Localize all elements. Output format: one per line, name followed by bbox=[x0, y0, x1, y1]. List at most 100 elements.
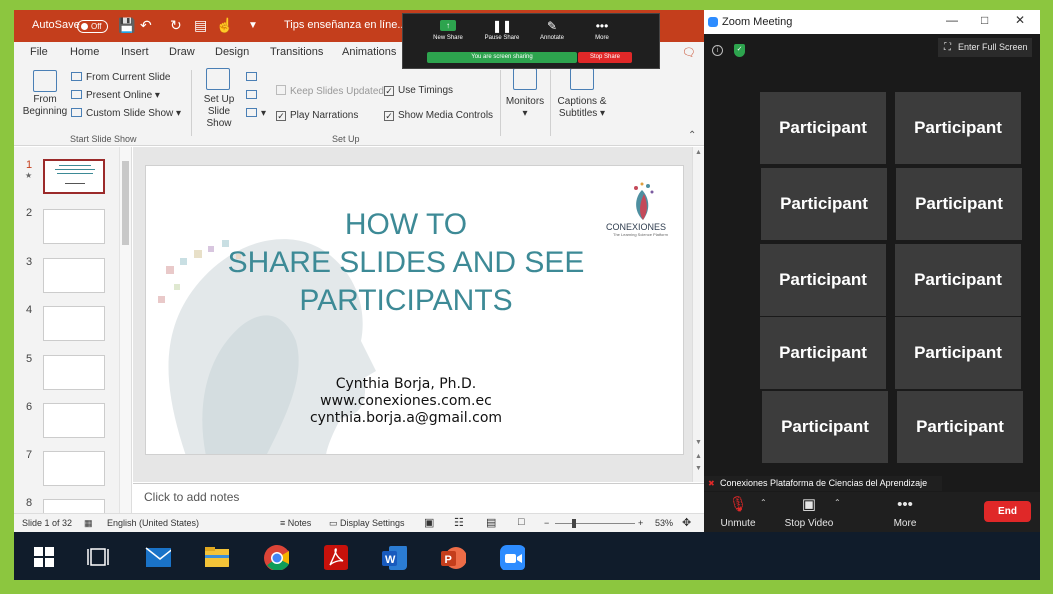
play-narrations-checkbox[interactable]: ✓ Play Narrations bbox=[276, 110, 358, 121]
zoom-in-icon[interactable]: + bbox=[638, 518, 643, 528]
maximize-icon[interactable]: □ bbox=[981, 13, 988, 27]
participant-tile[interactable]: Participant bbox=[762, 391, 888, 463]
participant-tile[interactable]: Participant bbox=[760, 244, 886, 316]
touch-mode-icon[interactable]: ☝ bbox=[216, 17, 233, 34]
acrobat-icon[interactable] bbox=[323, 544, 349, 570]
participant-tile[interactable]: Participant bbox=[895, 92, 1021, 164]
participant-tile[interactable]: Participant bbox=[895, 244, 1021, 316]
share-more-button[interactable]: ••• More bbox=[577, 18, 627, 41]
thumb-number: 4 bbox=[26, 304, 33, 316]
more-button[interactable]: ••• More bbox=[890, 496, 920, 529]
language-status[interactable]: English (United States) bbox=[107, 518, 199, 528]
document-title[interactable]: Tips enseñanza en líne... bbox=[284, 19, 407, 31]
normal-view-icon[interactable]: ▣ bbox=[424, 516, 434, 529]
present-online-button[interactable]: Present Online ▾ bbox=[71, 90, 160, 101]
audio-options-chevron-icon[interactable]: ⌃ bbox=[760, 498, 767, 507]
mail-icon[interactable] bbox=[145, 544, 171, 570]
scroll-down-icon[interactable]: ▼ bbox=[695, 439, 702, 446]
slide-thumbnail-8[interactable] bbox=[43, 499, 105, 513]
tab-design[interactable]: Design bbox=[215, 46, 249, 58]
captions-subtitles-button[interactable]: Captions & Subtitles ▾ bbox=[554, 68, 610, 120]
save-icon[interactable]: 💾 bbox=[118, 17, 135, 34]
unmute-button[interactable]: 🎙 Unmute bbox=[716, 496, 760, 529]
customize-qat-icon[interactable]: ▼ bbox=[248, 20, 258, 31]
slide-sorter-icon[interactable]: ☷ bbox=[454, 516, 464, 529]
reading-view-icon[interactable]: ▤ bbox=[486, 516, 496, 529]
fit-slide-icon[interactable]: ✥ bbox=[682, 516, 691, 529]
from-current-slide-button[interactable]: From Current Slide bbox=[71, 72, 170, 83]
zoom-slider[interactable] bbox=[555, 523, 635, 524]
collapse-ribbon-icon[interactable]: ⌃ bbox=[688, 130, 696, 141]
meeting-info-icon[interactable]: i bbox=[712, 45, 723, 56]
powerpoint-icon[interactable]: P bbox=[440, 544, 466, 570]
participant-tile[interactable]: Participant bbox=[895, 317, 1021, 389]
stop-video-button[interactable]: ▣ Stop Video bbox=[782, 496, 836, 529]
from-beginning-button[interactable]: From Beginning bbox=[22, 70, 68, 118]
thumbnail-scrollbar[interactable] bbox=[119, 147, 131, 513]
undo-icon[interactable]: ↶ bbox=[140, 17, 152, 34]
slide-thumbnail-7[interactable] bbox=[43, 451, 105, 486]
present-icon[interactable]: ▤ bbox=[194, 17, 207, 34]
enter-full-screen-button[interactable]: ⛶ Enter Full Screen bbox=[938, 38, 1032, 57]
monitors-button[interactable]: Monitors ▾ bbox=[504, 68, 546, 120]
zoom-slider-thumb[interactable] bbox=[572, 519, 576, 528]
new-share-button[interactable]: ↑ New Share bbox=[423, 18, 473, 41]
pause-share-button[interactable]: ❚❚ Pause Share bbox=[477, 18, 527, 41]
accessibility-icon[interactable]: ▦ bbox=[84, 518, 93, 529]
rehearse-timings-icon[interactable] bbox=[246, 90, 261, 101]
slide-thumbnail-5[interactable] bbox=[43, 355, 105, 390]
tab-insert[interactable]: Insert bbox=[121, 46, 149, 58]
file-explorer-icon[interactable] bbox=[203, 544, 229, 570]
use-timings-checkbox[interactable]: ✓ Use Timings bbox=[384, 85, 453, 96]
tab-file[interactable]: File bbox=[30, 46, 48, 58]
participant-tile[interactable]: Participant bbox=[760, 92, 886, 164]
chrome-icon[interactable] bbox=[263, 544, 289, 570]
record-icon[interactable]: ▾ bbox=[246, 108, 266, 119]
display-settings-button[interactable]: ▭ Display Settings bbox=[329, 518, 405, 529]
zoom-out-icon[interactable]: − bbox=[544, 518, 549, 528]
comments-icon[interactable]: 🗨 bbox=[682, 46, 696, 59]
minimize-icon[interactable]: — bbox=[946, 13, 958, 27]
custom-slide-show-button[interactable]: Custom Slide Show ▾ bbox=[71, 108, 181, 119]
hide-slide-icon[interactable] bbox=[246, 72, 261, 83]
slide-scrollbar[interactable]: ▲ ▼ ▲ ▼ bbox=[692, 147, 704, 482]
participant-tile[interactable]: Participant bbox=[896, 168, 1022, 240]
participant-tile[interactable]: Participant bbox=[761, 168, 887, 240]
more-dots-icon: ••• bbox=[897, 496, 913, 513]
tab-draw[interactable]: Draw bbox=[169, 46, 195, 58]
next-slide-icon[interactable]: ▼ bbox=[695, 465, 702, 472]
participant-tile[interactable]: Participant bbox=[897, 391, 1023, 463]
close-icon[interactable]: ✕ bbox=[1015, 13, 1025, 27]
participant-tile[interactable]: Participant bbox=[760, 317, 886, 389]
slide-counter: Slide 1 of 32 bbox=[22, 518, 73, 528]
zoom-app-icon[interactable] bbox=[499, 544, 525, 570]
stop-share-button[interactable]: Stop Share bbox=[578, 52, 632, 63]
word-icon[interactable]: W bbox=[381, 544, 407, 570]
slideshow-view-icon[interactable]: □ bbox=[518, 516, 525, 528]
tab-home[interactable]: Home bbox=[70, 46, 99, 58]
slide-thumbnail-2[interactable] bbox=[43, 209, 105, 244]
tab-transitions[interactable]: Transitions bbox=[270, 46, 323, 58]
scroll-up-icon[interactable]: ▲ bbox=[695, 149, 702, 156]
slide-thumbnail-3[interactable] bbox=[43, 258, 105, 293]
task-view-icon[interactable] bbox=[85, 544, 111, 570]
previous-slide-icon[interactable]: ▲ bbox=[695, 453, 702, 460]
tab-animations[interactable]: Animations bbox=[342, 46, 396, 58]
current-slide[interactable]: CONEXIONES The Learning Science Platform… bbox=[145, 165, 684, 455]
video-options-chevron-icon[interactable]: ⌃ bbox=[834, 498, 841, 507]
slide-thumbnail-4[interactable] bbox=[43, 306, 105, 341]
end-meeting-button[interactable]: End bbox=[984, 501, 1031, 522]
notes-button[interactable]: ≡ Notes bbox=[280, 518, 311, 528]
keep-slides-updated-checkbox[interactable]: Keep Slides Updated bbox=[276, 85, 384, 97]
slide-thumbnail-6[interactable] bbox=[43, 403, 105, 438]
windows-start-icon[interactable] bbox=[31, 544, 57, 570]
autosave-toggle[interactable]: Off bbox=[77, 20, 108, 33]
notes-pane[interactable]: Click to add notes bbox=[133, 483, 704, 513]
set-up-slide-show-button[interactable]: Set Up Slide Show bbox=[194, 68, 244, 130]
encryption-shield-icon[interactable]: ✓ bbox=[734, 44, 745, 57]
annotate-button[interactable]: ✎ Annotate bbox=[527, 18, 577, 41]
zoom-level[interactable]: 53% bbox=[655, 518, 673, 528]
slide-thumbnail-1[interactable] bbox=[43, 159, 105, 194]
show-media-controls-checkbox[interactable]: ✓ Show Media Controls bbox=[384, 110, 493, 121]
redo-icon[interactable]: ↻ bbox=[170, 17, 182, 34]
